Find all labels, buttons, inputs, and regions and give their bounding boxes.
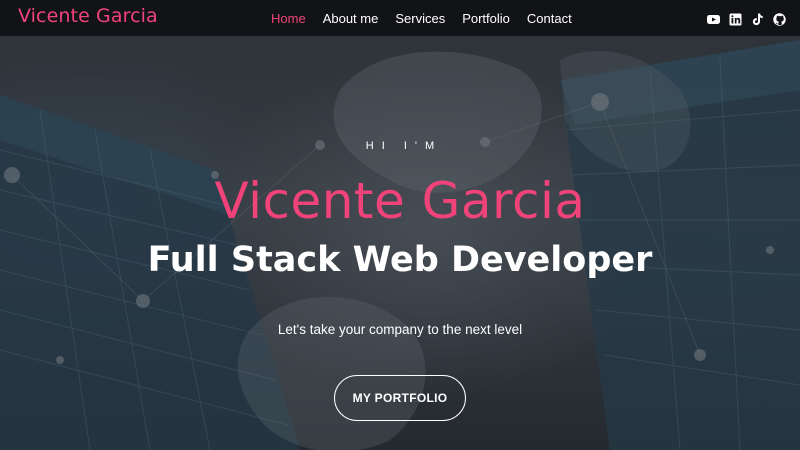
social-links <box>707 11 786 26</box>
hero-name: Vicente Garcia <box>214 172 586 230</box>
github-icon[interactable] <box>773 11 786 26</box>
hero-greeting: HI I'M <box>365 140 443 152</box>
linkedin-icon[interactable] <box>729 11 742 26</box>
nav-menu: Home About me Services Portfolio Contact <box>271 0 589 36</box>
tiktok-icon[interactable] <box>751 11 764 26</box>
nav-item-about-me[interactable]: About me <box>323 11 379 26</box>
nav-item-home[interactable]: Home <box>271 11 306 26</box>
brand-logo[interactable]: Vicente Garcia <box>18 5 158 27</box>
hero-role: Full Stack Web Developer <box>147 240 653 280</box>
nav-item-services[interactable]: Services <box>395 11 445 26</box>
nav-item-portfolio[interactable]: Portfolio <box>462 11 510 26</box>
my-portfolio-button[interactable]: MY PORTFOLIO <box>334 375 466 421</box>
navbar: Vicente Garcia Home About me Services Po… <box>0 0 800 36</box>
hero-tagline: Let's take your company to the next leve… <box>277 322 523 337</box>
nav-item-contact[interactable]: Contact <box>527 11 572 26</box>
youtube-icon[interactable] <box>707 11 720 24</box>
